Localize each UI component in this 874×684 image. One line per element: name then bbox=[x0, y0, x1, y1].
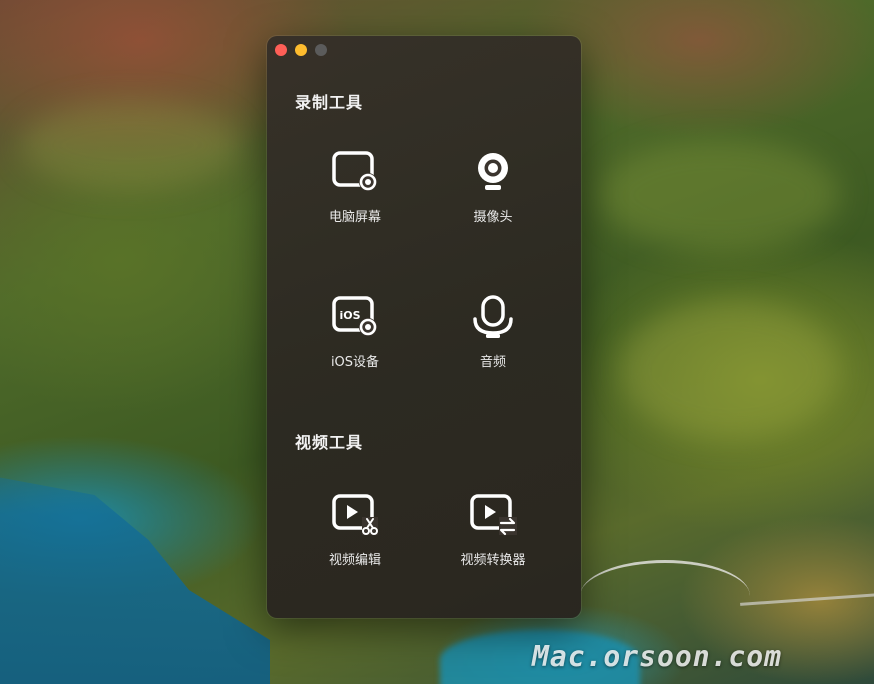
tool-webcam[interactable]: 摄像头 bbox=[433, 150, 553, 225]
video-edit-icon bbox=[332, 494, 378, 535]
svg-text:iOS: iOS bbox=[339, 309, 360, 322]
tool-label: 电脑屏幕 bbox=[328, 210, 381, 225]
ios-device-icon: iOS bbox=[332, 296, 377, 336]
wallpaper-ridge bbox=[20, 100, 240, 190]
screen-record-icon bbox=[332, 151, 377, 191]
close-button[interactable] bbox=[275, 44, 287, 56]
tool-ios-device[interactable]: iOS iOS设备 bbox=[295, 295, 415, 370]
tool-label: 音频 bbox=[479, 355, 506, 370]
wallpaper-ridge bbox=[620, 300, 840, 440]
tool-label: 视频转换器 bbox=[460, 553, 526, 568]
wallpaper-ridge bbox=[600, 140, 840, 250]
wallpaper-road bbox=[740, 593, 874, 606]
wallpaper-ocean bbox=[0, 477, 270, 684]
tool-label: 视频编辑 bbox=[328, 553, 381, 568]
tool-video-convert[interactable]: 视频转换器 bbox=[433, 493, 553, 568]
video-convert-icon bbox=[470, 494, 517, 536]
tool-label: iOS设备 bbox=[330, 355, 380, 370]
tool-video-edit[interactable]: 视频编辑 bbox=[295, 493, 415, 568]
tool-screen-record[interactable]: 电脑屏幕 bbox=[295, 150, 415, 225]
minimize-button[interactable] bbox=[295, 44, 307, 56]
app-window: 录制工具 电脑屏幕 摄像头 iOS iOS设备 音频 视频工具 视频编辑 视频转… bbox=[267, 36, 581, 618]
wallpaper-bridge bbox=[580, 560, 750, 603]
maximize-button[interactable] bbox=[315, 44, 327, 56]
tool-label: 摄像头 bbox=[473, 210, 513, 225]
section-title-recording: 录制工具 bbox=[295, 93, 364, 112]
microphone-icon bbox=[473, 295, 513, 338]
watermark: Mac.orsoon.com bbox=[532, 640, 783, 673]
section-title-video: 视频工具 bbox=[295, 433, 364, 452]
webcam-icon bbox=[478, 153, 508, 190]
tool-audio[interactable]: 音频 bbox=[433, 295, 553, 370]
